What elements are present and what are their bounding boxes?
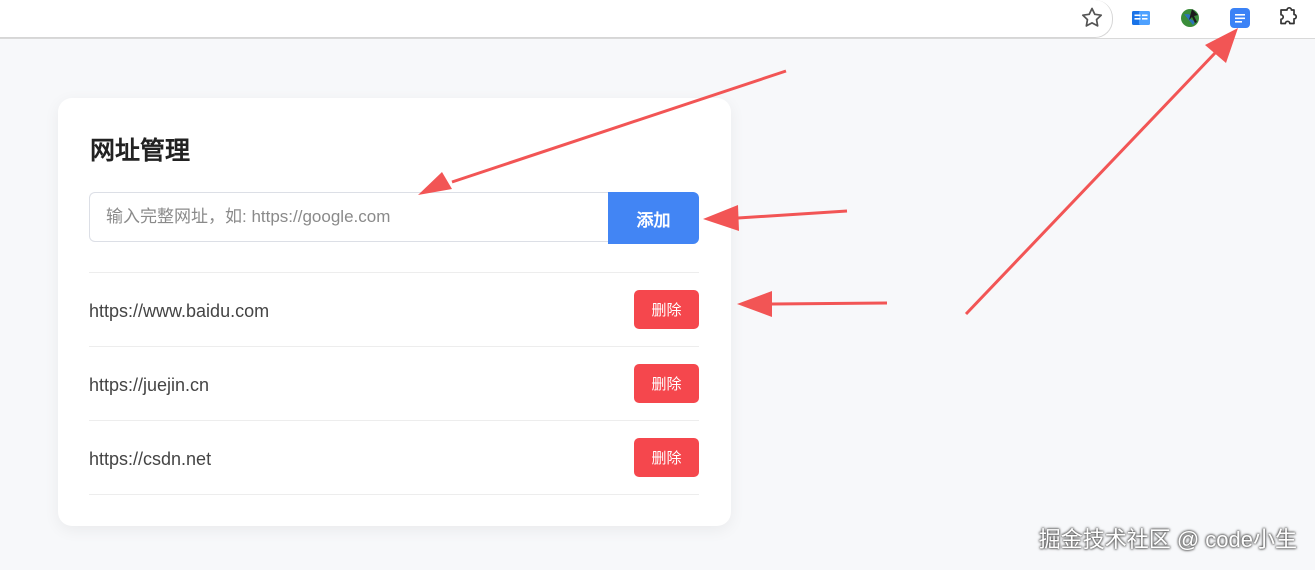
watermark: 掘金技术社区 @ code小生 <box>1038 527 1297 552</box>
translate-extension-icon[interactable] <box>1128 5 1154 31</box>
address-bar[interactable] <box>0 0 1113 38</box>
url-text: https://juejin.cn <box>89 375 210 395</box>
add-button[interactable]: 添加 <box>608 192 699 244</box>
star-icon[interactable] <box>1079 5 1105 31</box>
delete-button[interactable]: 删除 <box>634 290 699 329</box>
delete-button[interactable]: 删除 <box>634 438 699 477</box>
browser-toolbar <box>0 0 1315 39</box>
notes-extension-icon[interactable] <box>1227 5 1253 31</box>
page-title: 网址管理 <box>90 137 191 165</box>
list-item: https://csdn.net 删除 <box>89 421 699 495</box>
url-text: https://www.baidu.com <box>89 301 270 321</box>
list-item: https://www.baidu.com 删除 <box>89 273 699 347</box>
list-item: https://juejin.cn 删除 <box>89 347 699 421</box>
puzzle-extensions-icon[interactable] <box>1275 5 1301 31</box>
globe-extension-icon[interactable] <box>1178 5 1204 31</box>
url-manager-card: 网址管理 添加 https://www.baidu.com 删除 https:/… <box>58 98 731 526</box>
url-text: https://csdn.net <box>89 449 212 469</box>
arrow-to-delete-row <box>737 291 888 317</box>
url-input[interactable] <box>89 192 609 242</box>
arrow-to-extension-icon <box>964 28 1238 316</box>
delete-button[interactable]: 删除 <box>634 364 699 403</box>
url-list: https://www.baidu.com 删除 https://juejin.… <box>89 272 699 495</box>
